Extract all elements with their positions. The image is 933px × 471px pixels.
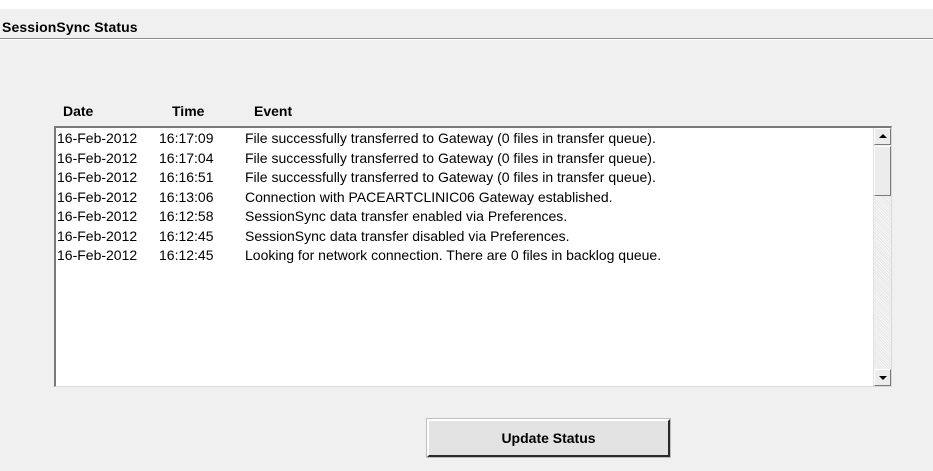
- sessionsync-window: SessionSync Status Date Time Event 16-Fe…: [0, 0, 933, 471]
- row-time: 16:12:58: [159, 208, 214, 224]
- column-header-event: Event: [254, 103, 293, 119]
- triangle-down-icon: [879, 376, 887, 380]
- row-event: SessionSync data transfer disabled via P…: [245, 227, 570, 244]
- row-date: 16-Feb-2012: [57, 169, 138, 185]
- list-item[interactable]: 16-Feb-2012 16:17:09 File successfully t…: [57, 129, 872, 149]
- row-date: 16-Feb-2012: [57, 130, 138, 146]
- column-header-date: Date: [63, 103, 94, 119]
- status-panel: SessionSync Status Date Time Event 16-Fe…: [0, 9, 933, 471]
- row-time: 16:17:04: [159, 149, 214, 166]
- row-time: 16:16:51: [159, 169, 214, 185]
- list-item[interactable]: 16-Feb-2012 16:12:45 SessionSync data tr…: [57, 227, 872, 247]
- list-item[interactable]: 16-Feb-2012 16:12:58 SessionSync data tr…: [57, 207, 872, 227]
- title-divider: [0, 38, 933, 40]
- row-time: 16:12:45: [159, 247, 214, 263]
- event-log-rows: 16-Feb-2012 16:17:09 File successfully t…: [57, 129, 872, 266]
- row-date: 16-Feb-2012: [57, 149, 138, 166]
- list-item[interactable]: 16-Feb-2012 16:12:45 Looking for network…: [57, 246, 872, 266]
- list-item[interactable]: 16-Feb-2012 16:16:51 File successfully t…: [57, 168, 872, 188]
- scroll-up-button[interactable]: [874, 128, 891, 145]
- row-event: File successfully transferred to Gateway…: [245, 130, 656, 146]
- list-item[interactable]: 16-Feb-2012 16:17:04 File successfully t…: [57, 149, 872, 169]
- column-header-time: Time: [172, 103, 205, 119]
- row-date: 16-Feb-2012: [57, 247, 138, 263]
- panel-title: SessionSync Status: [2, 19, 138, 35]
- row-date: 16-Feb-2012: [57, 188, 138, 205]
- row-event: File successfully transferred to Gateway…: [245, 149, 656, 166]
- row-event: SessionSync data transfer enabled via Pr…: [245, 208, 568, 224]
- row-date: 16-Feb-2012: [57, 227, 138, 244]
- row-time: 16:13:06: [159, 188, 214, 205]
- event-log-list[interactable]: 16-Feb-2012 16:17:09 File successfully t…: [54, 126, 892, 387]
- row-event: Connection with PACEARTCLINIC06 Gateway …: [245, 188, 613, 205]
- scrollbar-thumb[interactable]: [874, 146, 891, 196]
- list-item[interactable]: 16-Feb-2012 16:13:06 Connection with PAC…: [57, 188, 872, 208]
- row-event: Looking for network connection. There ar…: [245, 247, 662, 263]
- row-date: 16-Feb-2012: [57, 208, 138, 224]
- update-status-button[interactable]: Update Status: [426, 418, 671, 458]
- row-time: 16:17:09: [159, 130, 214, 146]
- row-time: 16:12:45: [159, 227, 214, 244]
- scroll-down-button[interactable]: [874, 369, 891, 386]
- row-event: File successfully transferred to Gateway…: [245, 169, 656, 185]
- vertical-scrollbar[interactable]: [873, 128, 891, 386]
- triangle-up-icon: [879, 134, 887, 138]
